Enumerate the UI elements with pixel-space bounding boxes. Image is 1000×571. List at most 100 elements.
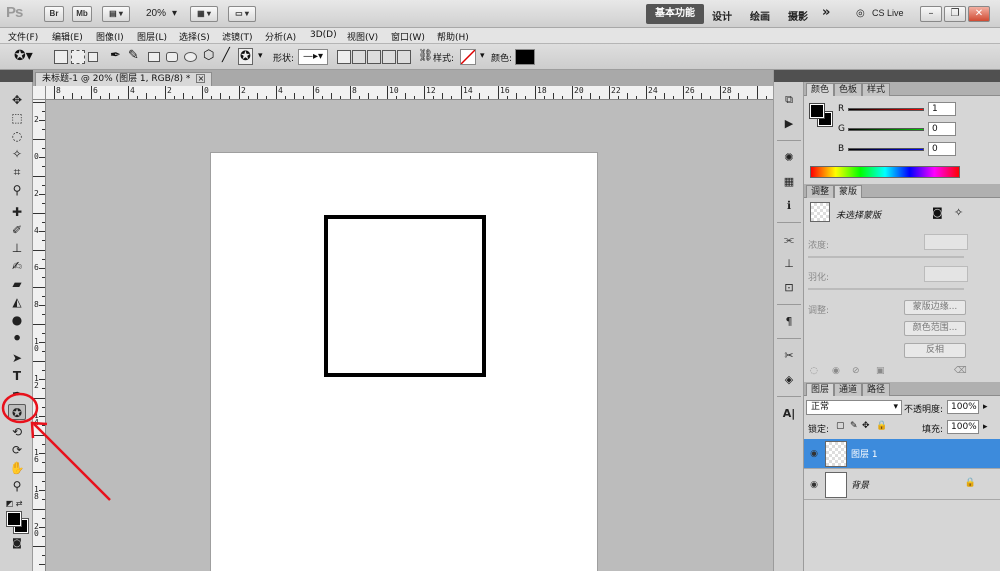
arrange-documents-button[interactable]: ▦ ▾ — [190, 6, 218, 22]
menu-select[interactable]: 选择(S) — [179, 30, 210, 43]
channel-r-input[interactable]: 1 — [928, 102, 956, 116]
eyedropper-tool-icon[interactable]: ⚲ — [8, 182, 26, 198]
mini-bridge-button[interactable]: Mb — [72, 6, 92, 22]
swap-colors-icon[interactable]: ◩ ⇄ — [5, 496, 23, 512]
freeform-pen-icon[interactable]: ✎ — [128, 48, 139, 63]
pen-tool-icon[interactable]: ✒ — [8, 386, 26, 402]
crop-tool-icon[interactable]: ⌗ — [8, 164, 26, 180]
close-button[interactable]: ✕ — [968, 6, 990, 22]
channel-r-slider[interactable] — [848, 108, 924, 111]
panels-header[interactable] — [804, 70, 1000, 82]
channel-b-slider[interactable] — [848, 148, 924, 151]
tab-styles[interactable]: 样式 — [862, 83, 891, 96]
document-tab[interactable]: 未标题-1 @ 20% (图层 1, RGB/8) * × — [35, 72, 213, 86]
restore-button[interactable]: ❐ — [944, 6, 966, 22]
close-document-icon[interactable]: × — [196, 74, 206, 83]
minimize-button[interactable]: – — [920, 6, 942, 22]
clone-source-icon[interactable]: ⊥ — [781, 256, 797, 272]
view-extras-button[interactable]: ▤ ▾ — [102, 6, 130, 22]
zoom-dropdown-icon[interactable]: ▾ — [172, 8, 177, 19]
3d-orbit-tool-icon[interactable]: ⟳ — [8, 442, 26, 458]
lock-all-icon[interactable]: 🔒 — [876, 421, 887, 431]
rounded-rectangle-icon[interactable] — [166, 52, 178, 62]
shape-layers-icon[interactable] — [54, 50, 68, 64]
shape-picker[interactable]: —▸▾ — [298, 49, 328, 65]
marquee-tool-icon[interactable]: ⬚ — [8, 110, 26, 126]
paths-icon[interactable] — [71, 50, 85, 64]
paint-bucket-tool-icon[interactable]: ◭ — [8, 294, 26, 310]
icon-strip-header[interactable] — [774, 70, 805, 82]
ellipse-shape-icon[interactable] — [184, 52, 197, 62]
fill-input[interactable]: 100% — [947, 420, 979, 434]
density-field[interactable] — [924, 234, 968, 250]
tab-adjustments[interactable]: 调整 — [806, 185, 835, 198]
eye-icon[interactable]: ◉ — [808, 479, 820, 491]
workspace-design[interactable]: 设计 — [712, 8, 732, 23]
ruler-origin[interactable] — [33, 86, 46, 100]
opacity-arrow-icon[interactable]: ▸ — [983, 402, 988, 412]
actions-panel-icon[interactable]: ▶ — [781, 116, 797, 132]
polygon-shape-icon[interactable]: ⬡ — [203, 48, 214, 63]
tool-presets-icon[interactable]: ⊡ — [781, 280, 797, 296]
tab-channels[interactable]: 通道 — [834, 383, 863, 396]
clone-stamp-tool-icon[interactable]: ⊥ — [8, 240, 26, 256]
eye-icon[interactable]: ◉ — [808, 448, 820, 460]
horizontal-ruler[interactable]: 8 6 4 2 0 2 4 6 8 10 12 14 16 18 20 22 24 26 28 — [46, 86, 773, 100]
tools-panel-header[interactable] — [0, 70, 33, 82]
tab-masks[interactable]: 蒙版 — [834, 185, 863, 198]
channel-g-slider[interactable] — [848, 128, 924, 131]
color-spectrum[interactable] — [810, 166, 960, 178]
healing-brush-tool-icon[interactable]: ✚ — [8, 204, 26, 220]
brush-tool-icon[interactable]: ✐ — [8, 222, 26, 238]
move-tool-icon[interactable]: ✥ — [8, 92, 26, 108]
shape-dropdown-icon[interactable]: ▾ — [258, 51, 263, 61]
vector-mask-icon[interactable]: ✧ — [954, 206, 963, 219]
zoom-tool-icon[interactable]: ⚲ — [8, 478, 26, 494]
fill-arrow-icon[interactable]: ▸ — [983, 422, 988, 432]
menu-file[interactable]: 文件(F) — [8, 30, 38, 43]
cs-live-icon[interactable]: ◎ — [856, 8, 865, 19]
lock-image-icon[interactable]: ✎ — [850, 421, 858, 431]
quick-selection-tool-icon[interactable]: ✧ — [8, 146, 26, 162]
dodge-tool-icon[interactable]: ⚫ — [8, 330, 26, 346]
quick-mask-icon[interactable]: ◙ — [8, 536, 26, 552]
menu-analysis[interactable]: 分析(A) — [265, 30, 296, 43]
load-selection-icon[interactable]: ◌ — [810, 366, 818, 376]
screen-mode-button[interactable]: ▭ ▾ — [228, 6, 256, 22]
lock-transparency-icon[interactable]: ▢ — [836, 421, 845, 431]
layer-name[interactable]: 背景 — [851, 478, 869, 491]
add-mode-icon[interactable] — [352, 50, 366, 64]
style-dropdown-icon[interactable]: ▾ — [480, 51, 485, 61]
feather-field[interactable] — [924, 266, 968, 282]
tab-paths[interactable]: 路径 — [862, 383, 891, 396]
menu-edit[interactable]: 编辑(E) — [52, 30, 83, 43]
foreground-color-swatch[interactable] — [6, 511, 22, 527]
3d-rotate-tool-icon[interactable]: ⟲ — [8, 424, 26, 440]
intersect-mode-icon[interactable] — [382, 50, 396, 64]
delete-mask-icon[interactable]: ▣ — [876, 366, 885, 376]
canvas-area[interactable] — [46, 100, 773, 571]
eraser-tool-icon[interactable]: ▰ — [8, 276, 26, 292]
layer-row-background[interactable]: ◉ 背景 🔒 — [804, 470, 1000, 500]
workspace-photography[interactable]: 摄影 — [788, 8, 808, 23]
history-panel-icon[interactable]: ⧉ — [781, 92, 797, 108]
mask-edge-button[interactable]: 蒙版边缘... — [904, 300, 966, 315]
vertical-ruler[interactable]: 2 0 2 4 6 8 10 12 14 16 18 20 — [33, 100, 46, 571]
layer-row-layer1[interactable]: ◉ 图层 1 — [804, 439, 1000, 469]
mask-trash-icon[interactable]: ⌫ — [954, 366, 967, 376]
fill-pixels-icon[interactable] — [88, 52, 98, 62]
menu-3d[interactable]: 3D(D) — [310, 30, 337, 40]
layer-comps-icon[interactable]: ◈ — [781, 372, 797, 388]
layer-name[interactable]: 图层 1 — [851, 447, 878, 460]
disable-mask-icon[interactable]: ⊘ — [852, 366, 860, 376]
paragraph-panel-icon[interactable]: ¶ — [781, 314, 797, 330]
pixel-mask-icon[interactable]: ◙ — [932, 206, 943, 219]
tools-panel-icon[interactable]: ✂ — [781, 348, 797, 364]
menu-layer[interactable]: 图层(L) — [137, 30, 167, 43]
menu-filter[interactable]: 滤镜(T) — [222, 30, 253, 43]
opacity-input[interactable]: 100% — [947, 400, 979, 414]
menu-view[interactable]: 视图(V) — [347, 30, 378, 43]
history-brush-tool-icon[interactable]: ✍ — [8, 258, 26, 274]
info-panel-icon[interactable]: ℹ — [781, 198, 797, 214]
tool-preset-icon[interactable]: ✪▾ — [14, 48, 33, 64]
